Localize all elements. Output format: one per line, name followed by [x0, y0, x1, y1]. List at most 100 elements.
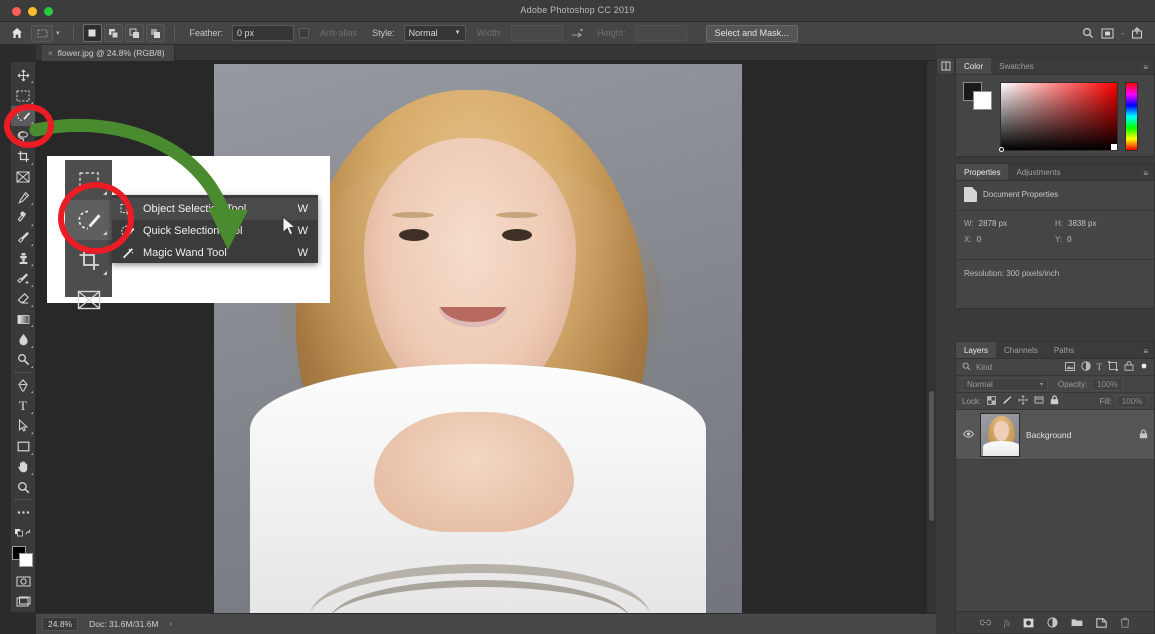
zoom-tool[interactable]	[11, 477, 35, 497]
frame-tool[interactable]	[11, 167, 35, 187]
filter-toggle-icon[interactable]	[1140, 362, 1148, 372]
close-icon[interactable]: ×	[48, 49, 53, 58]
smart-object-filter-icon[interactable]	[1124, 361, 1134, 373]
color-swatches[interactable]	[12, 545, 34, 567]
canvas-area[interactable]	[36, 61, 936, 613]
object-selection-tool[interactable]	[11, 105, 35, 127]
tab-color[interactable]: Color	[956, 58, 992, 74]
workspace-icon[interactable]	[1101, 28, 1114, 39]
zoom-level[interactable]: 24.8%	[42, 617, 79, 631]
flyout-crop-tool[interactable]	[65, 240, 112, 280]
filter-kind-label[interactable]: Kind	[976, 363, 992, 372]
color-field[interactable]	[999, 82, 1118, 152]
panel-menu-icon[interactable]: ≡	[1143, 63, 1149, 72]
canvas-vertical-scrollbar[interactable]	[927, 61, 936, 613]
screen-mode-icon[interactable]	[11, 592, 35, 612]
flyout-frame-tool[interactable]	[65, 280, 112, 320]
eraser-tool[interactable]	[11, 289, 35, 309]
background-color-swatch[interactable]	[19, 552, 33, 567]
workspace-caret[interactable]: -	[1121, 29, 1124, 38]
flyout-marquee-tool[interactable]	[65, 160, 112, 200]
opacity-value[interactable]: 100%	[1091, 377, 1124, 391]
quick-mask-icon[interactable]	[11, 571, 35, 591]
tab-layers[interactable]: Layers	[956, 342, 997, 358]
blur-tool[interactable]	[11, 329, 35, 349]
dodge-tool[interactable]	[11, 350, 35, 370]
share-icon[interactable]	[1131, 27, 1143, 39]
style-select[interactable]: Normal ▼	[403, 25, 466, 41]
menu-item-magic-wand-tool[interactable]: Magic Wand Tool W	[112, 242, 318, 264]
new-group-icon[interactable]	[1071, 618, 1083, 627]
document-artboard[interactable]	[214, 64, 742, 613]
panel-menu-icon[interactable]: ≡	[1143, 347, 1149, 356]
tab-paths[interactable]: Paths	[1046, 342, 1082, 358]
pen-tool[interactable]	[11, 375, 35, 395]
document-tab[interactable]: × flower.jpg @ 24.8% (RGB/8)	[42, 45, 175, 61]
tab-properties[interactable]: Properties	[956, 164, 1009, 180]
history-brush-tool[interactable]	[11, 268, 35, 288]
image-filter-icon[interactable]	[1064, 361, 1075, 373]
lock-icon[interactable]	[1139, 429, 1148, 441]
new-layer-icon[interactable]	[1096, 617, 1107, 628]
eye-icon[interactable]	[962, 429, 974, 440]
intersect-selection-icon[interactable]	[145, 24, 165, 42]
move-tool[interactable]	[11, 65, 35, 85]
flyout-quick-selection-tool[interactable]	[65, 200, 112, 240]
brush-tool[interactable]	[11, 228, 35, 248]
new-selection-icon[interactable]	[82, 24, 102, 42]
color-swatch-pair[interactable]	[963, 82, 993, 110]
tab-adjustments[interactable]: Adjustments	[1008, 164, 1068, 180]
subtract-selection-icon[interactable]	[124, 24, 144, 42]
tool-preset-caret[interactable]: ▾	[56, 29, 60, 37]
default-colors-icon[interactable]	[11, 523, 35, 543]
add-selection-icon[interactable]	[103, 24, 123, 42]
layer-mask-icon[interactable]	[1023, 618, 1034, 628]
lasso-tool[interactable]	[11, 126, 35, 146]
panel-rail-icon[interactable]	[936, 57, 955, 75]
adjustment-filter-icon[interactable]	[1080, 361, 1091, 373]
clone-stamp-tool[interactable]	[11, 248, 35, 268]
search-icon[interactable]	[962, 358, 971, 376]
background-color-chip[interactable]	[973, 91, 992, 110]
tab-channels[interactable]: Channels	[996, 342, 1046, 358]
home-icon[interactable]	[8, 25, 26, 42]
lock-artboard-icon[interactable]	[1034, 395, 1044, 407]
status-menu-caret[interactable]: ›	[170, 621, 172, 628]
rectangular-marquee-tool[interactable]	[11, 85, 35, 105]
scrollbar-thumb[interactable]	[929, 391, 934, 521]
layer-thumbnail[interactable]	[980, 412, 1020, 457]
eyedropper-tool[interactable]	[11, 187, 35, 207]
edit-toolbar-ellipsis-icon[interactable]	[11, 502, 35, 522]
delete-layer-icon[interactable]	[1120, 617, 1130, 628]
layer-row-background[interactable]: Background	[956, 410, 1154, 460]
layer-style-icon[interactable]: fx	[1004, 618, 1011, 628]
height-input[interactable]	[634, 25, 687, 41]
feather-input[interactable]: 0 px	[232, 25, 295, 41]
select-and-mask-button[interactable]: Select and Mask...	[705, 24, 798, 42]
link-layers-icon[interactable]	[979, 618, 991, 627]
fill-value[interactable]: 100%	[1116, 394, 1148, 408]
active-tool-preset[interactable]	[31, 24, 53, 42]
path-selection-tool[interactable]	[11, 416, 35, 436]
panel-menu-icon[interactable]: ≡	[1143, 169, 1149, 178]
lock-image-icon[interactable]	[1002, 395, 1012, 407]
antialias-checkbox[interactable]	[299, 28, 310, 38]
blend-mode-select[interactable]: Normal ▾	[962, 377, 1048, 391]
layer-name[interactable]: Background	[1026, 430, 1071, 440]
width-input[interactable]	[511, 25, 564, 41]
type-tool[interactable]: T	[11, 395, 35, 415]
spot-healing-brush-tool[interactable]	[11, 207, 35, 227]
hue-slider[interactable]	[1125, 82, 1138, 151]
hand-tool[interactable]	[11, 457, 35, 477]
search-icon[interactable]	[1082, 27, 1094, 39]
tab-swatches[interactable]: Swatches	[991, 58, 1042, 74]
swap-dimensions-icon[interactable]	[568, 25, 586, 42]
shape-filter-icon[interactable]	[1108, 361, 1118, 373]
type-filter-icon[interactable]: T	[1097, 362, 1103, 372]
gradient-tool[interactable]	[11, 309, 35, 329]
lock-all-icon[interactable]	[1050, 395, 1059, 407]
lock-transparency-icon[interactable]	[987, 395, 997, 407]
adjustment-layer-icon[interactable]	[1047, 617, 1058, 628]
crop-tool[interactable]	[11, 146, 35, 166]
lock-position-icon[interactable]	[1018, 395, 1028, 407]
